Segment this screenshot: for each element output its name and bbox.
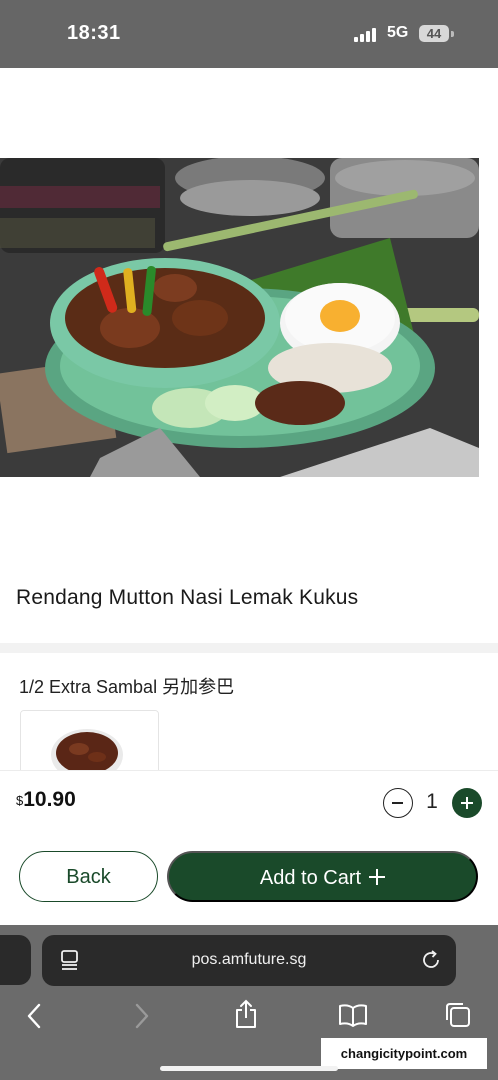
back-button[interactable]: Back <box>19 851 158 902</box>
tabs-icon[interactable] <box>444 1001 472 1029</box>
signal-bars-icon <box>354 28 378 42</box>
section-divider <box>0 643 498 653</box>
increase-quantity-button[interactable] <box>452 788 482 818</box>
price: $10.90 <box>16 788 76 812</box>
quantity-value: 1 <box>426 790 438 813</box>
bookmarks-icon[interactable] <box>338 1003 368 1027</box>
reload-icon[interactable] <box>420 949 442 971</box>
price-amount: 10.90 <box>23 788 76 811</box>
network-label: 5G <box>387 24 409 41</box>
back-arrow-icon[interactable] <box>24 1003 44 1029</box>
forward-arrow-icon[interactable] <box>132 1003 152 1029</box>
product-title: Rendang Mutton Nasi Lemak Kukus <box>16 586 359 609</box>
home-indicator[interactable] <box>160 1066 338 1071</box>
status-time: 18:31 <box>67 22 121 44</box>
status-bar: 18:31 5G 44 <box>0 0 498 68</box>
watermark: changicitypoint.com <box>321 1038 487 1069</box>
add-to-cart-label: Add to Cart <box>259 867 362 889</box>
previous-tab-preview[interactable] <box>0 935 31 985</box>
battery-icon: 44 <box>419 25 449 42</box>
battery-tip <box>451 31 454 37</box>
plus-icon <box>369 869 386 885</box>
decrease-quantity-button[interactable] <box>383 788 413 818</box>
add-to-cart-button[interactable]: Add to Cart <box>167 851 478 902</box>
rendang-mutton-nasi-lemak-photo <box>0 158 479 477</box>
share-icon[interactable] <box>233 999 259 1029</box>
product-image <box>0 158 479 477</box>
option-group-title: 1/2 Extra Sambal 另加参巴 <box>19 677 235 697</box>
url-text[interactable]: pos.amfuture.sg <box>42 951 456 969</box>
